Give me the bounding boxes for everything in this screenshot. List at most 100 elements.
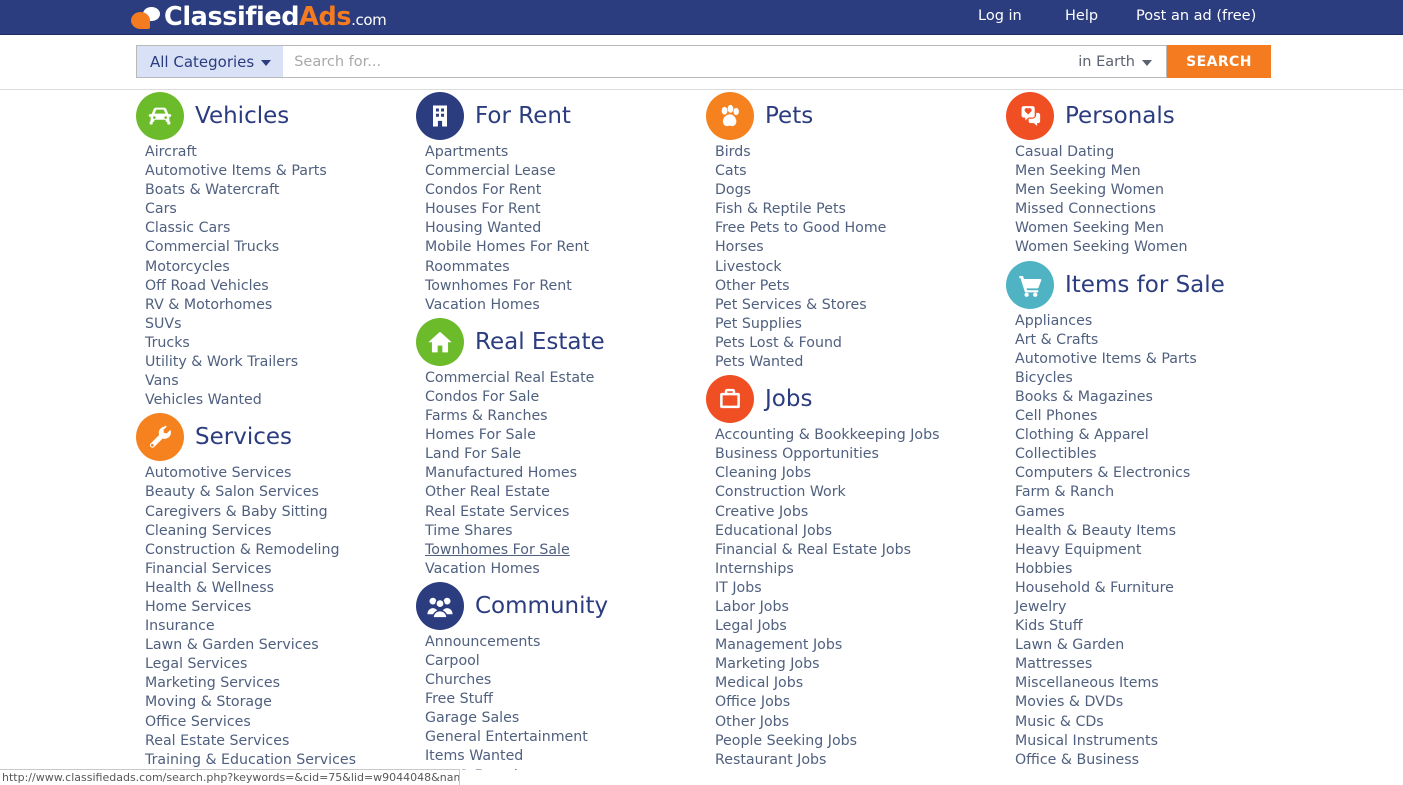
category-link[interactable]: RV & Motorhomes <box>145 297 272 313</box>
category-link[interactable]: Real Estate Services <box>425 504 569 520</box>
category-link[interactable]: Women Seeking Men <box>1015 220 1164 236</box>
category-link[interactable]: Art & Crafts <box>1015 332 1098 348</box>
category-link[interactable]: Construction Work <box>715 484 846 500</box>
category-link[interactable]: Birds <box>715 144 751 160</box>
category-link[interactable]: Clothing & Apparel <box>1015 427 1149 443</box>
nav-link-post-ad[interactable]: Post an ad (free) <box>1136 8 1256 24</box>
category-link[interactable]: Farms & Ranches <box>425 408 548 424</box>
category-link[interactable]: Financial Services <box>145 561 271 577</box>
category-header-jobs[interactable]: Jobs <box>706 373 996 425</box>
location-dropdown[interactable]: in Earth <box>1072 46 1166 77</box>
category-link[interactable]: General Entertainment <box>425 729 588 745</box>
category-link[interactable]: Apartments <box>425 144 508 160</box>
nav-link-login[interactable]: Log in <box>978 8 1022 24</box>
category-link[interactable]: Pets Lost & Found <box>715 335 842 351</box>
category-link[interactable]: Musical Instruments <box>1015 733 1158 749</box>
category-link[interactable]: Lawn & Garden <box>1015 637 1124 653</box>
category-link[interactable]: Time Shares <box>425 523 513 539</box>
category-header-real-estate[interactable]: Real Estate <box>416 316 706 368</box>
category-link[interactable]: Aircraft <box>145 144 197 160</box>
category-link[interactable]: Cars <box>145 201 177 217</box>
category-link[interactable]: Manufactured Homes <box>425 465 577 481</box>
category-link[interactable]: People Seeking Jobs <box>715 733 857 749</box>
category-link[interactable]: Townhomes For Rent <box>425 278 572 294</box>
category-link[interactable]: Homes For Sale <box>425 427 536 443</box>
category-link[interactable]: Other Jobs <box>715 714 789 730</box>
category-link[interactable]: Cleaning Services <box>145 523 272 539</box>
category-dropdown[interactable]: All Categories <box>137 46 284 77</box>
category-link[interactable]: Movies & DVDs <box>1015 694 1123 710</box>
category-header-pets[interactable]: Pets <box>706 90 996 142</box>
category-link[interactable]: Utility & Work Trailers <box>145 354 298 370</box>
category-link[interactable]: Restaurant Jobs <box>715 752 826 768</box>
category-link[interactable]: Books & Magazines <box>1015 389 1153 405</box>
category-link[interactable]: Jewelry <box>1015 599 1066 615</box>
category-header-items-for-sale[interactable]: Items for Sale <box>1006 259 1336 311</box>
category-link[interactable]: Home Services <box>145 599 251 615</box>
category-link[interactable]: Beauty & Salon Services <box>145 484 319 500</box>
category-link[interactable]: Automotive Items & Parts <box>1015 351 1197 367</box>
category-link[interactable]: Real Estate Services <box>145 733 289 749</box>
category-link[interactable]: Heavy Equipment <box>1015 542 1141 558</box>
category-link[interactable]: SUVs <box>145 316 182 332</box>
category-link[interactable]: Townhomes For Sale <box>425 542 570 558</box>
category-link[interactable]: Training & Education Services <box>145 752 356 768</box>
category-header-vehicles[interactable]: Vehicles <box>136 90 426 142</box>
category-link[interactable]: Caregivers & Baby Sitting <box>145 504 328 520</box>
category-link[interactable]: Hobbies <box>1015 561 1072 577</box>
category-link[interactable]: Cleaning Jobs <box>715 465 811 481</box>
category-link[interactable]: Commercial Real Estate <box>425 370 594 386</box>
category-link[interactable]: Legal Jobs <box>715 618 787 634</box>
category-link[interactable]: Financial & Real Estate Jobs <box>715 542 911 558</box>
category-link[interactable]: Marketing Services <box>145 675 280 691</box>
category-link[interactable]: Collectibles <box>1015 446 1097 462</box>
category-link[interactable]: Moving & Storage <box>145 694 272 710</box>
category-link[interactable]: Housing Wanted <box>425 220 541 236</box>
category-link[interactable]: Office Jobs <box>715 694 790 710</box>
category-link[interactable]: Miscellaneous Items <box>1015 675 1159 691</box>
category-link[interactable]: Household & Furniture <box>1015 580 1174 596</box>
category-link[interactable]: Roommates <box>425 259 510 275</box>
category-link[interactable]: Health & Wellness <box>145 580 274 596</box>
category-link[interactable]: Music & CDs <box>1015 714 1104 730</box>
category-link[interactable]: Condos For Rent <box>425 182 541 198</box>
category-link[interactable]: Construction & Remodeling <box>145 542 339 558</box>
search-input[interactable] <box>283 46 1073 77</box>
category-header-personals[interactable]: Personals <box>1006 90 1336 142</box>
category-link[interactable]: Computers & Electronics <box>1015 465 1190 481</box>
category-link[interactable]: Appliances <box>1015 313 1092 329</box>
category-link[interactable]: Churches <box>425 672 491 688</box>
category-link[interactable]: Commercial Trucks <box>145 239 279 255</box>
category-link[interactable]: Internships <box>715 561 794 577</box>
category-link[interactable]: Pet Services & Stores <box>715 297 867 313</box>
category-link[interactable]: Bicycles <box>1015 370 1073 386</box>
category-link[interactable]: Mattresses <box>1015 656 1092 672</box>
category-link[interactable]: Automotive Services <box>145 465 291 481</box>
category-link[interactable]: Items Wanted <box>425 748 523 764</box>
category-link[interactable]: Commercial Lease <box>425 163 556 179</box>
category-link[interactable]: Missed Connections <box>1015 201 1156 217</box>
category-link[interactable]: Free Stuff <box>425 691 493 707</box>
category-link[interactable]: Free Pets to Good Home <box>715 220 886 236</box>
category-link[interactable]: Office & Business <box>1015 752 1139 768</box>
category-link[interactable]: Land For Sale <box>425 446 521 462</box>
category-link[interactable]: Creative Jobs <box>715 504 808 520</box>
nav-link-help[interactable]: Help <box>1065 8 1098 24</box>
category-link[interactable]: Horses <box>715 239 764 255</box>
category-link[interactable]: Games <box>1015 504 1065 520</box>
category-link[interactable]: Dogs <box>715 182 751 198</box>
category-link[interactable]: Business Opportunities <box>715 446 879 462</box>
category-link[interactable]: Vans <box>145 373 179 389</box>
category-link[interactable]: Men Seeking Men <box>1015 163 1141 179</box>
category-header-for-rent[interactable]: For Rent <box>416 90 706 142</box>
category-link[interactable]: Lawn & Garden Services <box>145 637 319 653</box>
category-link[interactable]: Mobile Homes For Rent <box>425 239 589 255</box>
category-link[interactable]: Farm & Ranch <box>1015 484 1114 500</box>
category-link[interactable]: Pet Supplies <box>715 316 802 332</box>
category-header-services[interactable]: Services <box>136 411 426 463</box>
category-link[interactable]: Boats & Watercraft <box>145 182 279 198</box>
category-link[interactable]: Livestock <box>715 259 782 275</box>
category-link[interactable]: Kids Stuff <box>1015 618 1083 634</box>
category-link[interactable]: IT Jobs <box>715 580 762 596</box>
category-link[interactable]: Health & Beauty Items <box>1015 523 1176 539</box>
